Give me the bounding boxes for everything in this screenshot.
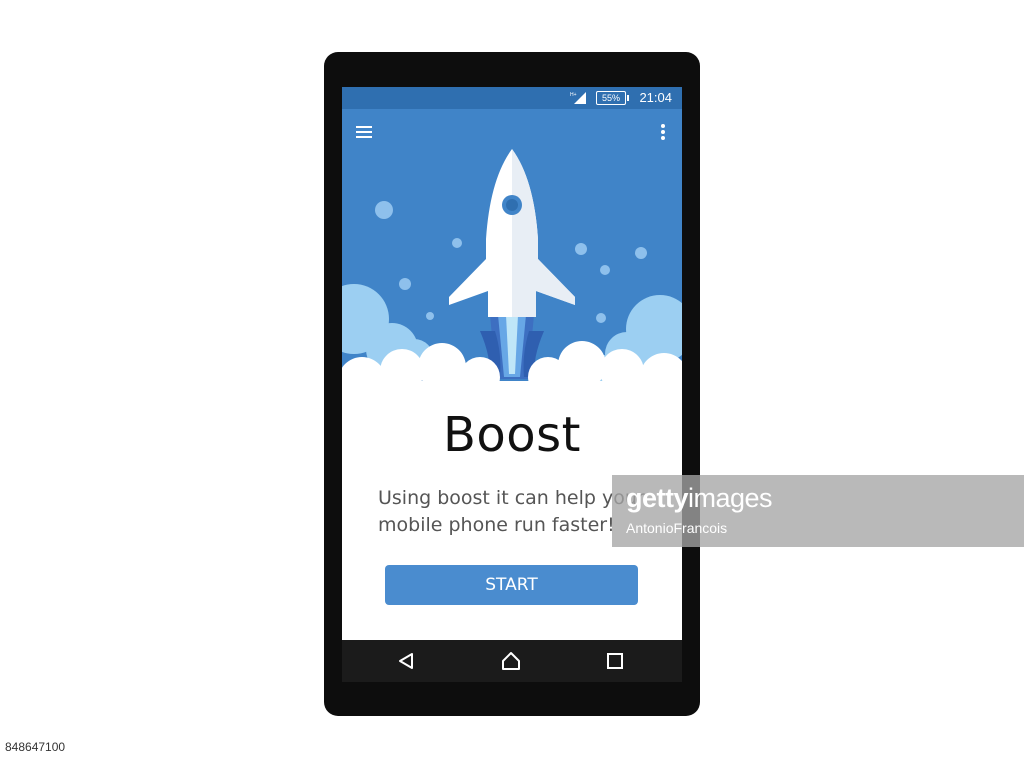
battery-indicator: 55% <box>596 91 629 105</box>
signal-icon: H+ <box>570 92 586 104</box>
phone-screen: H+ 55% 21:04 Boost Using boost it can he… <box>342 87 682 682</box>
navigation-bar <box>342 640 682 682</box>
hero-banner <box>342 109 682 405</box>
status-time: 21:04 <box>639 90 672 105</box>
phone-frame: H+ 55% 21:04 Boost Using boost it can he… <box>324 52 700 716</box>
home-icon[interactable] <box>500 650 522 672</box>
svg-text:H+: H+ <box>570 92 577 98</box>
watermark-author: AntonioFrancois <box>626 520 728 536</box>
hamburger-menu-icon[interactable] <box>356 125 372 139</box>
recent-apps-icon[interactable] <box>604 650 626 672</box>
watermark-brand: gettyimages <box>626 483 773 514</box>
status-bar: H+ 55% 21:04 <box>342 87 682 109</box>
rocket-icon <box>449 149 575 317</box>
stage: H+ 55% 21:04 Boost Using boost it can he… <box>0 0 1024 768</box>
watermark-brand-bold: getty <box>626 483 689 513</box>
back-triangle-icon[interactable] <box>396 650 418 672</box>
image-id-label: 848647100 <box>2 739 69 755</box>
rocket-illustration <box>342 149 682 405</box>
watermark-brand-rest: images <box>688 483 773 513</box>
start-button[interactable]: START <box>385 565 638 605</box>
page-title: Boost <box>443 407 581 463</box>
more-vert-icon[interactable] <box>658 123 668 141</box>
getty-watermark: gettyimages AntonioFrancois <box>612 475 1024 547</box>
